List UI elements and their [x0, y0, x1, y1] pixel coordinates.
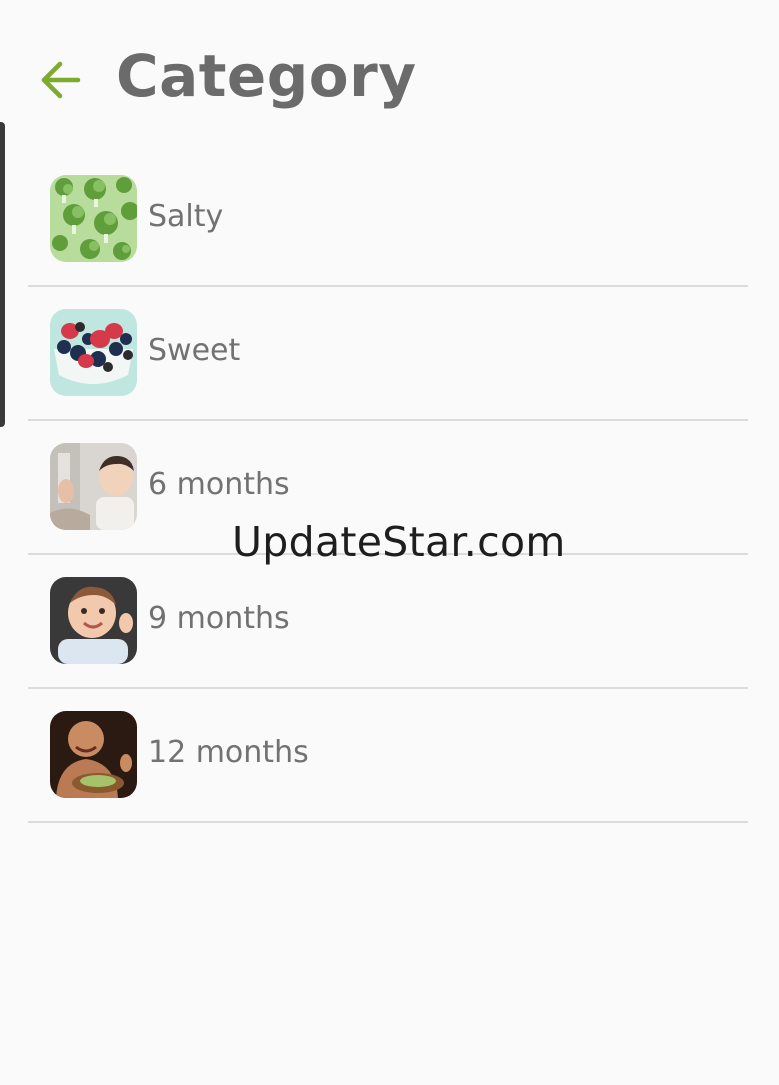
- category-label: 12 months: [148, 735, 309, 770]
- back-button[interactable]: [30, 52, 90, 112]
- category-row-sweet[interactable]: Sweet: [28, 287, 748, 421]
- baby-6-months-thumbnail: [50, 443, 137, 530]
- header: Category: [0, 30, 779, 130]
- baby-9-months-thumbnail: [50, 577, 137, 664]
- broccoli-thumbnail: [50, 175, 137, 262]
- category-row-12-months[interactable]: 12 months: [28, 689, 748, 823]
- category-label: 6 months: [148, 467, 290, 502]
- berries-thumbnail: [50, 309, 137, 396]
- category-label: 9 months: [148, 601, 290, 636]
- category-row-9-months[interactable]: 9 months: [28, 555, 748, 689]
- category-row-salty[interactable]: Salty: [28, 153, 748, 287]
- category-label: Sweet: [148, 333, 241, 368]
- baby-12-months-thumbnail: [50, 711, 137, 798]
- category-list: Salty Sweet 6 months 9 months 12 months: [28, 153, 748, 823]
- category-label: Salty: [148, 199, 224, 234]
- watermark-text: UpdateStar.com: [232, 518, 566, 566]
- edge-panel-handle[interactable]: [0, 122, 5, 427]
- page-title: Category: [116, 42, 417, 110]
- arrow-left-icon: [36, 56, 84, 108]
- screen: Category Salty Sweet 6 months 9 months 1…: [0, 0, 779, 1085]
